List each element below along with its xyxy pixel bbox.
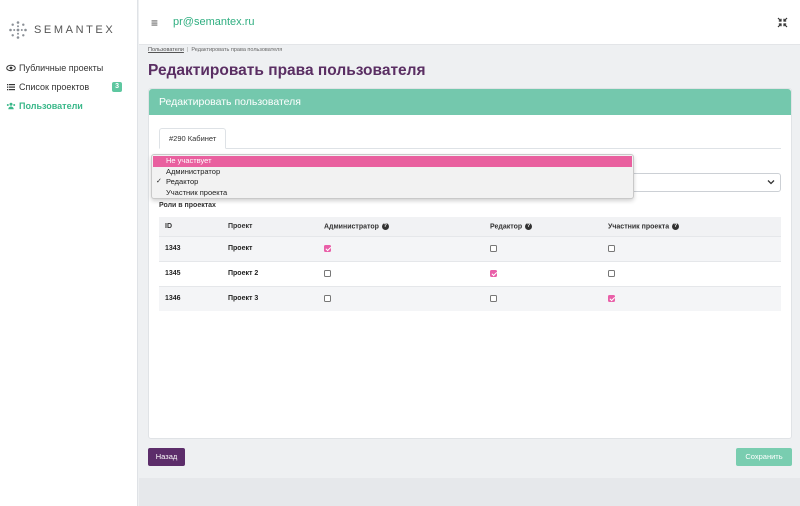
table-header-row: ID Проект Администратор ? Редактор ? Уча…	[159, 217, 781, 236]
table-row: 1346 Проект 3	[159, 285, 781, 311]
cell-member	[602, 285, 781, 311]
table-row: 1343 Проект	[159, 235, 781, 261]
cell-admin	[318, 285, 484, 311]
header-project: Проект	[222, 217, 318, 236]
member-checkbox[interactable]	[608, 269, 615, 277]
editor-checkbox[interactable]	[490, 295, 497, 303]
breadcrumb: Пользователи | Редактировать права пользов…	[148, 47, 282, 53]
role-dropdown-list: Не участвует Администратор ✓ Редактор Уча…	[151, 154, 634, 199]
cell-admin	[318, 235, 484, 261]
header-editor: Редактор ?	[484, 217, 602, 236]
header-id: ID	[159, 217, 222, 236]
project-count-badge: 3	[112, 81, 122, 92]
card-header: Редактировать пользователя	[149, 89, 791, 115]
cell-project: Проект	[222, 235, 318, 261]
tabs: #290 Кабинет	[159, 128, 781, 149]
roles-table: ID Проект Администратор ? Редактор ? Уча…	[159, 217, 781, 311]
member-checkbox[interactable]	[608, 295, 615, 303]
tab-cabinet[interactable]: #290 Кабинет	[159, 128, 227, 149]
header-admin: Администратор ?	[318, 217, 484, 236]
admin-checkbox[interactable]	[324, 244, 331, 252]
help-icon[interactable]: ?	[672, 222, 680, 230]
breadcrumb-current: Редактировать права пользователя	[191, 47, 283, 53]
breadcrumb-separator: |	[186, 47, 189, 53]
footer	[139, 478, 800, 506]
logo-text: SEMANTEX	[34, 24, 116, 36]
table-row: 1345 Проект 2	[159, 260, 781, 286]
hamburger-menu-icon[interactable]: ≡	[151, 16, 158, 30]
sidebar: SEMANTEX Публичные проекты Список проект…	[0, 0, 138, 506]
option-not-participating[interactable]: Не участвует	[153, 156, 632, 167]
edit-user-card: Редактировать пользователя #290 Кабинет …	[148, 88, 792, 439]
cell-project: Проект 3	[222, 285, 318, 311]
option-project-member[interactable]: Участник проекта	[153, 188, 632, 199]
save-button[interactable]: Сохранить	[736, 448, 792, 466]
help-icon[interactable]: ?	[525, 222, 533, 230]
cell-admin	[318, 260, 484, 286]
editor-checkbox[interactable]	[490, 269, 497, 277]
sidebar-item-label: Пользователи	[19, 100, 83, 111]
help-icon[interactable]: ?	[381, 222, 389, 230]
sidebar-item-public-projects[interactable]: Публичные проекты	[6, 58, 132, 77]
cell-id: 1343	[159, 235, 222, 261]
sidebar-item-label: Публичные проекты	[19, 62, 104, 73]
collapse-icon[interactable]	[777, 17, 788, 28]
editor-checkbox[interactable]	[490, 244, 497, 252]
eye-icon	[6, 64, 16, 71]
cell-id: 1346	[159, 285, 222, 311]
user-email[interactable]: pr@semantex.ru	[173, 16, 254, 28]
admin-checkbox[interactable]	[324, 269, 331, 277]
cell-editor	[484, 285, 602, 311]
cell-member	[602, 235, 781, 261]
cell-editor	[484, 235, 602, 261]
checkmark-icon: ✓	[156, 178, 162, 185]
page-title: Редактировать права пользователя	[148, 62, 426, 79]
sidebar-item-project-list[interactable]: Список проектов 3	[6, 77, 132, 96]
cell-member	[602, 260, 781, 286]
option-editor[interactable]: ✓ Редактор	[153, 177, 632, 188]
member-checkbox[interactable]	[608, 244, 615, 252]
sidebar-item-users[interactable]: Пользователи	[6, 96, 132, 115]
header-member: Участник проекта ?	[602, 217, 781, 236]
users-icon	[6, 102, 16, 109]
back-button[interactable]: Назад	[148, 448, 185, 466]
cell-editor	[484, 260, 602, 286]
cell-id: 1345	[159, 260, 222, 286]
list-icon	[7, 83, 15, 90]
section-label: Роли в проектах	[159, 202, 216, 209]
sidebar-item-label: Список проектов	[19, 81, 90, 92]
logo[interactable]: SEMANTEX	[8, 20, 115, 40]
cell-project: Проект 2	[222, 260, 318, 286]
logo-icon	[9, 21, 27, 39]
chevron-down-icon	[767, 180, 775, 185]
admin-checkbox[interactable]	[324, 295, 331, 303]
sidebar-nav: Публичные проекты Список проектов 3 Поль…	[6, 58, 132, 115]
option-administrator[interactable]: Администратор	[153, 167, 632, 178]
breadcrumb-users-link[interactable]: Пользователи	[148, 47, 184, 53]
top-bar: ≡ pr@semantex.ru	[139, 0, 800, 45]
